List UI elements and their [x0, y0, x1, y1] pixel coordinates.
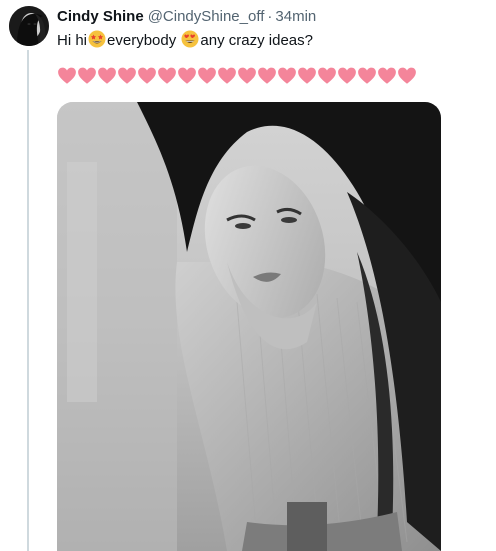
pink-heart-icon	[198, 67, 216, 84]
tweet-text: Hi hi everybody any crazy ideas?	[57, 30, 313, 51]
pink-heart-icon	[358, 67, 376, 84]
pink-heart-icon	[78, 67, 96, 84]
separator-dot: ·	[267, 8, 273, 25]
pink-heart-icon	[58, 67, 76, 84]
pink-heart-icon	[218, 67, 236, 84]
pink-heart-icon	[318, 67, 336, 84]
pink-heart-icon	[258, 67, 276, 84]
tweet-header: Cindy Shine @CindyShine_off · 34min	[57, 7, 316, 27]
user-handle[interactable]: @CindyShine_off	[148, 8, 265, 25]
photo-image	[57, 102, 441, 551]
pink-heart-icon	[158, 67, 176, 84]
tweet-text-part-2: everybody	[107, 32, 177, 49]
pink-heart-icon	[378, 67, 396, 84]
pink-heart-icon	[138, 67, 156, 84]
pink-heart-icon	[298, 67, 316, 84]
hearts-row	[57, 66, 417, 88]
pink-heart-icon	[178, 67, 196, 84]
pink-heart-icon	[118, 67, 136, 84]
pink-heart-icon	[398, 67, 416, 84]
tweet-photo[interactable]	[57, 102, 441, 551]
timestamp[interactable]: 34min	[275, 8, 316, 25]
star-struck-emoji-icon	[88, 30, 106, 48]
pink-heart-icon	[98, 67, 116, 84]
pink-heart-icon	[338, 67, 356, 84]
thread-connector-line	[27, 50, 29, 551]
pink-heart-icon	[278, 67, 296, 84]
tweet-text-part-3: any crazy ideas?	[200, 32, 313, 49]
tweet-text-part-1: Hi hi	[57, 32, 88, 49]
heart-eyes-emoji-icon	[181, 30, 199, 48]
pink-heart-icon	[238, 67, 256, 84]
avatar[interactable]	[9, 6, 49, 46]
display-name[interactable]: Cindy Shine	[57, 8, 144, 25]
